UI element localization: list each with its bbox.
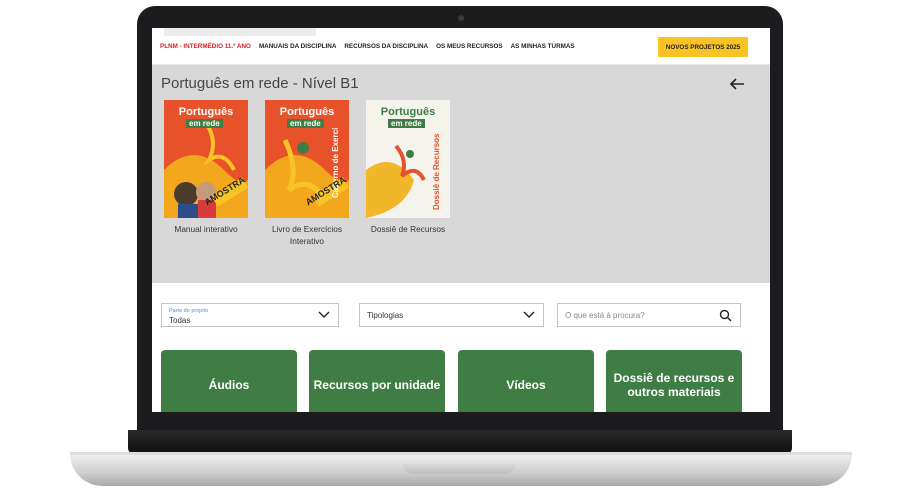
- cover-subtitle: em rede: [287, 119, 324, 128]
- book-livro-exercicios[interactable]: Português em rede Caderno de Exercícios …: [265, 100, 349, 247]
- page-title: Português em rede - Nível B1: [161, 75, 359, 92]
- tile-audios[interactable]: Áudios: [161, 350, 297, 412]
- search-icon[interactable]: [719, 309, 732, 322]
- laptop-notch: [403, 464, 515, 474]
- cover-title: Português: [380, 106, 436, 118]
- project-panel: Português em rede - Nível B1 Português e…: [152, 65, 770, 283]
- cover-side-title: Dossiê de Recursos: [432, 133, 441, 210]
- cover-subtitle: em rede: [186, 119, 223, 128]
- new-projects-button[interactable]: NOVOS PROJETOS 2025: [658, 37, 748, 57]
- nav-item-plnm[interactable]: PLNM - INTERMÉDIO 11.º ANO: [160, 43, 251, 50]
- book-cover[interactable]: Português em rede AMOSTRA: [164, 100, 248, 218]
- chevron-down-icon[interactable]: [523, 310, 535, 320]
- book-cover[interactable]: Português em rede Caderno de Exercícios …: [265, 100, 349, 218]
- book-title[interactable]: Manual interativo: [164, 223, 248, 235]
- chevron-down-icon[interactable]: [318, 310, 330, 320]
- typologies-select[interactable]: Tipologias: [359, 303, 544, 327]
- project-part-select[interactable]: Parte do projeto Todas: [161, 303, 339, 327]
- nav-item-manuais[interactable]: MANUAIS DA DISCIPLINA: [259, 43, 336, 50]
- cover-subtitle: em rede: [388, 119, 425, 128]
- tile-videos[interactable]: Vídeos: [458, 350, 594, 412]
- nav-item-meus-recursos[interactable]: OS MEUS RECURSOS: [436, 43, 502, 50]
- search-input[interactable]: O que está à procura?: [557, 303, 741, 327]
- nav-item-recursos[interactable]: RECURSOS DA DISCIPLINA: [344, 43, 428, 50]
- book-dossie-recursos[interactable]: Português em rede Dossiê de Recursos Dos…: [366, 100, 450, 235]
- search-placeholder: O que está à procura?: [565, 311, 645, 320]
- nav-item-turmas[interactable]: AS MINHAS TURMAS: [511, 43, 575, 50]
- cover-title: Português: [178, 106, 234, 118]
- camera-icon: [458, 15, 464, 21]
- project-part-label: Parte do projeto: [169, 308, 209, 314]
- laptop-hinge: [128, 430, 792, 454]
- nav-menu: PLNM - INTERMÉDIO 11.º ANO MANUAIS DA DI…: [160, 43, 575, 50]
- book-title[interactable]: Livro de Exercícios Interativo: [265, 223, 349, 247]
- project-part-value: Todas: [169, 316, 191, 325]
- screen: PLNM - INTERMÉDIO 11.º ANO MANUAIS DA DI…: [152, 28, 770, 412]
- tile-resources-dossier[interactable]: Dossiê de recursos e outros materiais: [606, 350, 742, 412]
- top-navigation: PLNM - INTERMÉDIO 11.º ANO MANUAIS DA DI…: [152, 28, 770, 65]
- book-title[interactable]: Dossiê de Recursos: [366, 223, 450, 235]
- address-bar: [164, 28, 316, 36]
- back-arrow-icon[interactable]: [728, 75, 746, 93]
- tile-resources-by-unit[interactable]: Recursos por unidade: [309, 350, 445, 412]
- book-cover[interactable]: Português em rede Dossiê de Recursos: [366, 100, 450, 218]
- book-manual-interativo[interactable]: Português em rede AMOSTRA Manual interat…: [164, 100, 248, 235]
- cover-title: Português: [279, 106, 335, 118]
- typologies-label: Tipologias: [367, 311, 404, 320]
- laptop-deck-line: [70, 452, 852, 455]
